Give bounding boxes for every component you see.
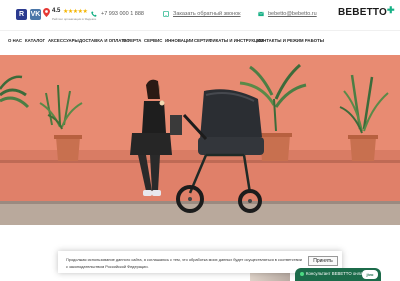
nav-accessories[interactable]: АКСЕССУАРЫ bbox=[48, 38, 79, 43]
map-pin-icon bbox=[43, 8, 50, 17]
vk-icon[interactable]: VK bbox=[30, 9, 41, 20]
callback-phone-icon bbox=[163, 11, 169, 17]
nav-catalog[interactable]: КАТАЛОГ bbox=[25, 38, 45, 43]
nav-about[interactable]: О НАС bbox=[8, 38, 22, 43]
nav-innovations[interactable]: ИННОВАЦИИ bbox=[165, 38, 193, 43]
preview-image bbox=[250, 273, 290, 281]
online-status-icon bbox=[300, 272, 304, 276]
rating-stars: ★★★★★ bbox=[63, 9, 88, 15]
logo-text: BEBETTO bbox=[338, 7, 387, 18]
top-bar: R VK 4.5 ★★★★★ Рейтинг организации в Янд… bbox=[0, 0, 400, 30]
nav-certificates[interactable]: СЕРТИФИКАТЫ И ИНСТРУКЦИИ bbox=[194, 38, 264, 43]
nav-service[interactable]: СЕРВИС bbox=[144, 38, 162, 43]
accept-button[interactable]: Принять bbox=[308, 256, 338, 266]
hero-banner[interactable] bbox=[0, 55, 400, 225]
jivo-logo-icon: jivo bbox=[362, 270, 378, 279]
callback-label: Заказать обратный звонок bbox=[173, 11, 241, 17]
rating-score: 4.5 bbox=[52, 8, 61, 14]
callback-link[interactable]: Заказать обратный звонок bbox=[163, 9, 241, 19]
yandex-rating-widget[interactable]: 4.5 ★★★★★ Рейтинг организации в Яндексе bbox=[43, 7, 97, 23]
nav-contacts[interactable]: КОНТАКТЫ И РЕЖИМ РАБОТЫ bbox=[257, 38, 324, 43]
hero-photo bbox=[0, 55, 400, 225]
social-r-icon[interactable]: R bbox=[16, 9, 27, 20]
phone-number: +7 993 000 1 888 bbox=[101, 11, 144, 17]
phone-icon bbox=[91, 11, 97, 17]
cookie-text: Продолжая использование данного сайта, я… bbox=[66, 257, 302, 269]
email-icon bbox=[258, 11, 264, 17]
nav-offer[interactable]: ОФЕРТА bbox=[123, 38, 141, 43]
email-contact[interactable]: bebetto@bebetto.ru bbox=[258, 9, 317, 19]
main-navigation: О НАС КАТАЛОГ АКСЕССУАРЫ ДОСТАВКА И ОПЛА… bbox=[0, 30, 400, 50]
email-address: bebetto@bebetto.ru bbox=[268, 11, 317, 17]
phone-contact[interactable]: +7 993 000 1 888 bbox=[91, 9, 144, 19]
chat-label: Консультант BEBETTO онлайн bbox=[306, 271, 368, 276]
rating-caption: Рейтинг организации в Яндексе bbox=[52, 17, 97, 21]
nav-delivery[interactable]: ДОСТАВКА И ОПЛАТА bbox=[79, 38, 127, 43]
chat-widget[interactable]: Консультант BEBETTO онлайн jivo bbox=[295, 268, 381, 281]
bebetto-logo[interactable]: BEBETTO✚ bbox=[338, 5, 395, 18]
logo-plus-icon: ✚ bbox=[387, 5, 395, 15]
